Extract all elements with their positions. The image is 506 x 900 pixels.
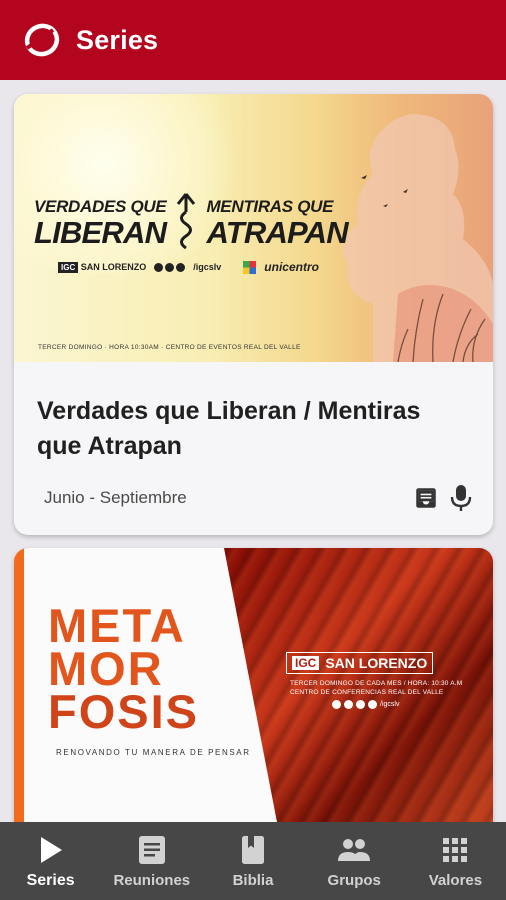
nav-grupos[interactable]: Grupos [304,822,405,900]
nav-reuniones[interactable]: Reuniones [101,822,202,900]
nav-label: Valores [428,872,483,889]
archive-icon[interactable] [413,485,439,511]
people-icon [337,833,371,867]
nav-label: Grupos [327,872,381,889]
series-banner-image: META MOR FOSIS RENOVANDO TU MANERA DE PE… [14,548,493,822]
book-icon [240,833,266,867]
banner-headline: VERDADES QUE LIBERAN MENTIRAS QUE ATRAPA… [34,192,349,254]
brand-logo: IGC SAN LORENZO [286,652,434,674]
series-card[interactable]: META MOR FOSIS RENOVANDO TU MANERA DE PE… [14,548,493,822]
banner-footer-text: TERCER DOMINGO · HORA 10:30AM · CENTRO D… [38,344,301,351]
nav-series[interactable]: Series [0,822,101,900]
page-title: Series [76,24,159,55]
sponsor-logo-icon [243,260,257,274]
play-icon [38,833,64,867]
app-bar: Series [0,0,506,80]
banner-headline: META MOR FOSIS [48,599,200,738]
series-banner-image: VERDADES QUE LIBERAN MENTIRAS QUE ATRAPA… [14,94,493,362]
series-card[interactable]: VERDADES QUE LIBERAN MENTIRAS QUE ATRAPA… [14,94,493,535]
apps-grid-icon [442,833,468,867]
church-logo-icon [22,20,62,60]
banner-info-text: TERCER DOMINGO DE CADA MES / HORA: 10:30… [290,680,463,696]
series-date: Junio - Septiembre [44,488,187,507]
series-list[interactable]: VERDADES QUE LIBERAN MENTIRAS QUE ATRAPA… [0,80,506,822]
list-icon [138,833,166,867]
series-title: Verdades que Liberan / Mentiras que Atra… [37,397,421,460]
microphone-icon[interactable] [449,484,473,512]
nav-biblia[interactable]: Biblia [202,822,303,900]
social-icons: /igcslv [332,700,399,709]
nav-label: Series [26,872,75,889]
arrow-icon [177,193,196,250]
nav-label: Reuniones [113,872,191,889]
social-icons [154,262,186,272]
banner-subtitle: RENOVANDO TU MANERA DE PENSAR [56,748,251,757]
banner-logos: IGC SAN LORENZO /igcslv unicentro [58,260,319,274]
nav-label: Biblia [232,872,274,889]
nav-valores[interactable]: Valores [405,822,506,900]
bottom-navigation: Series Reuniones Biblia Grupos Valores [0,822,506,900]
